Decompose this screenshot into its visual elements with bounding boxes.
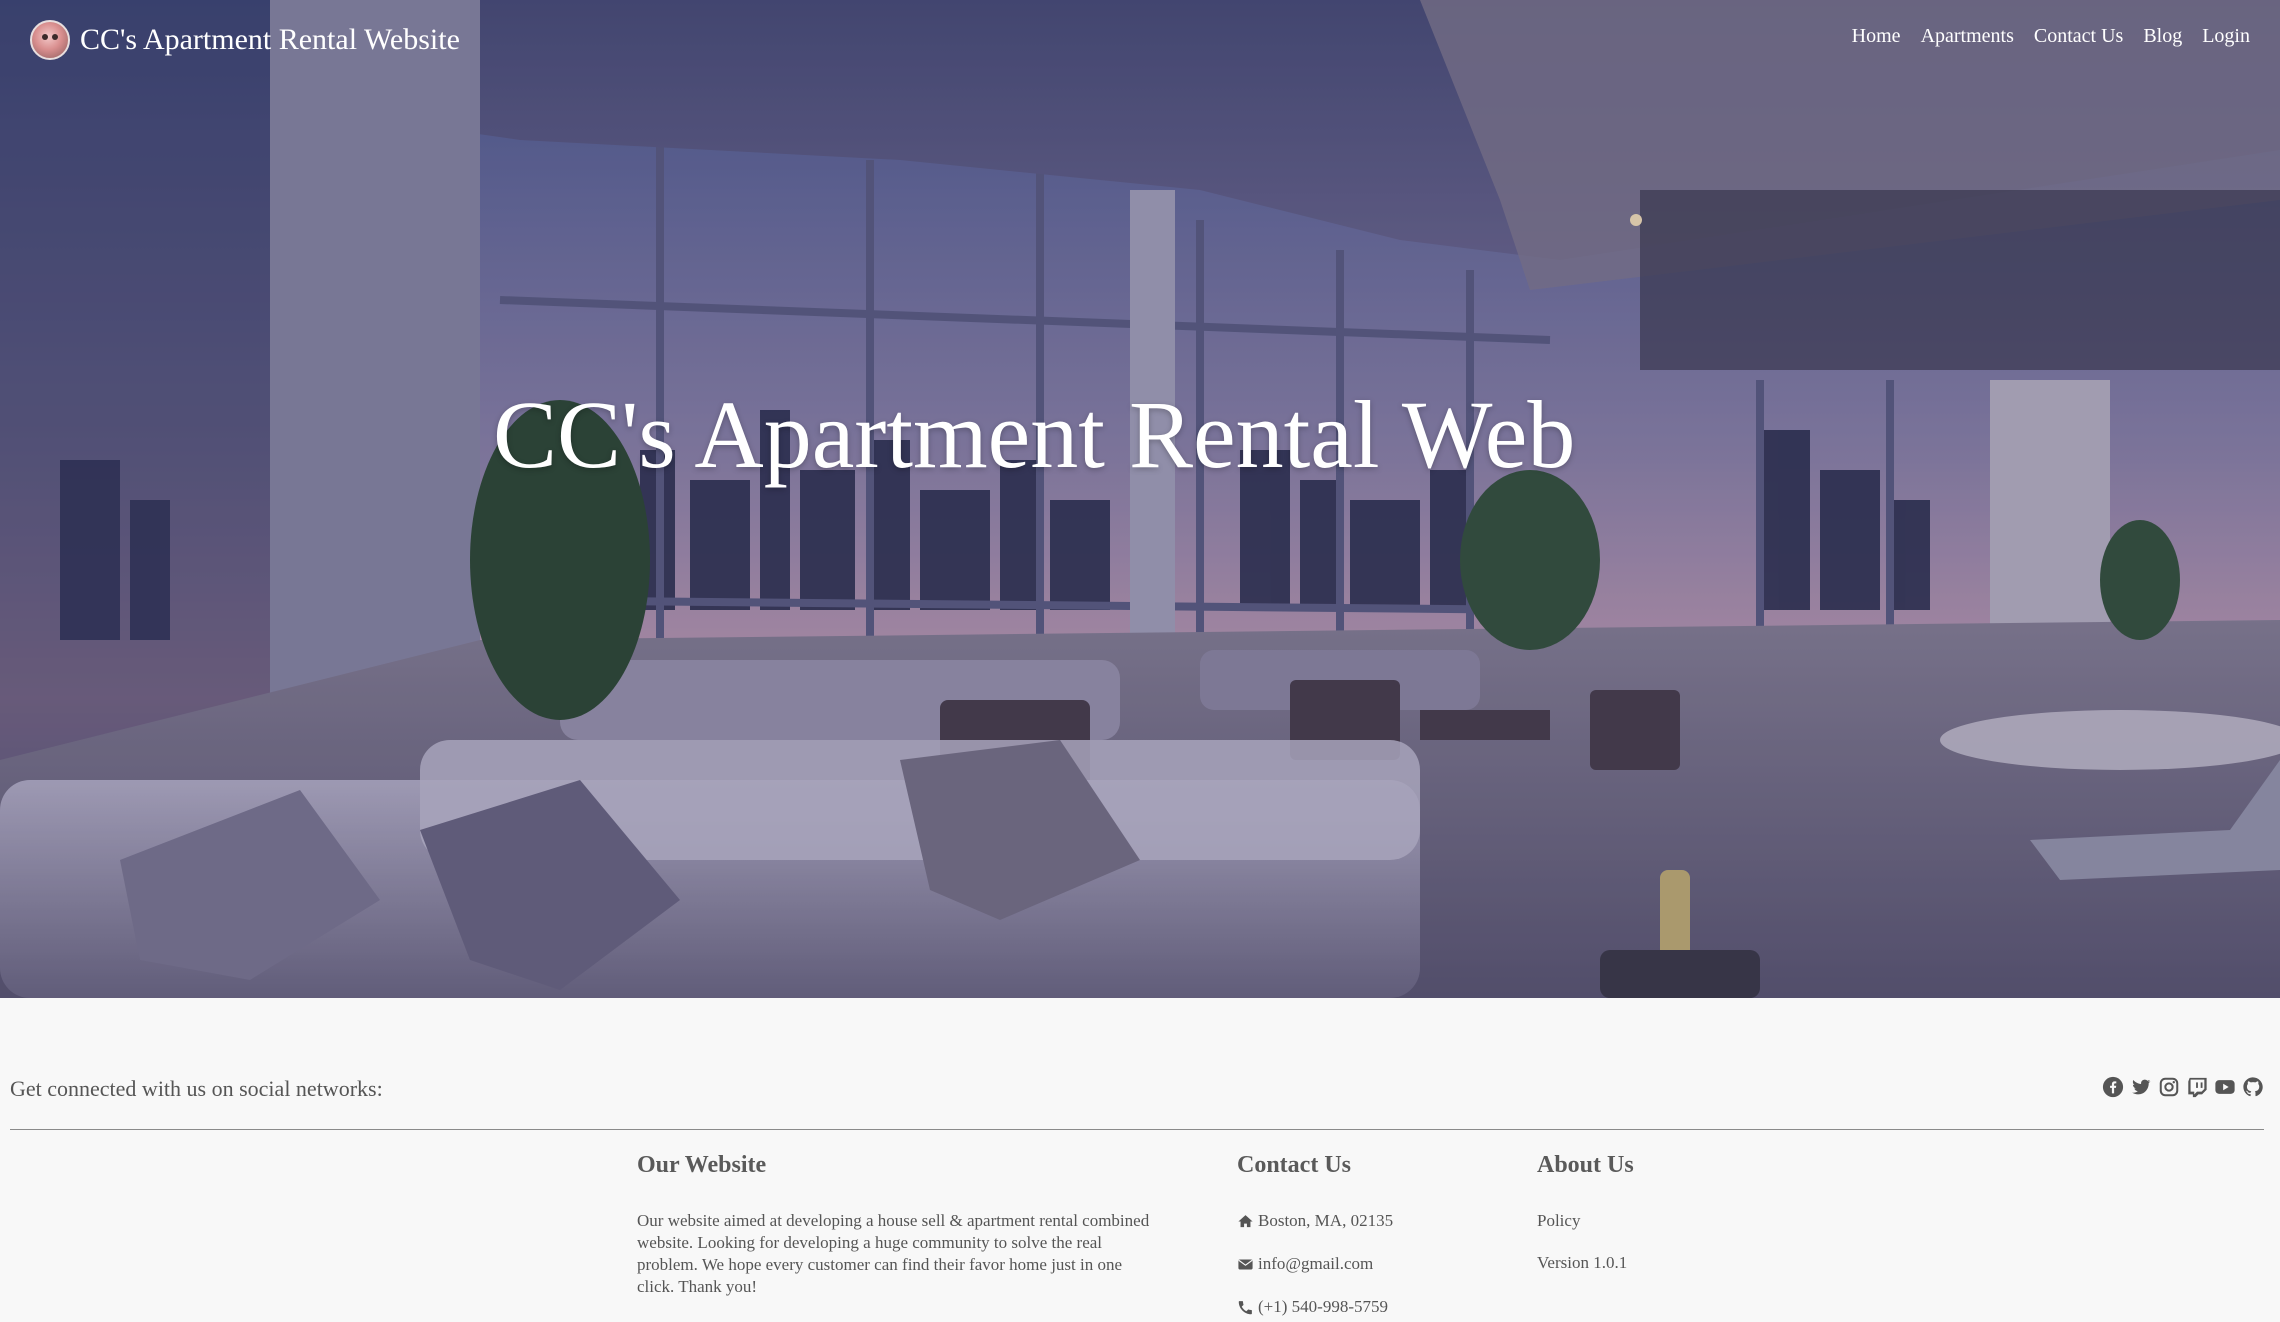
github-icon[interactable] [2242,1076,2264,1098]
our-website-heading: Our Website [637,1152,767,1178]
contact-phone: (+1) 540-998-5759 [1237,1296,1497,1318]
about-version: Version 1.0.1 [1537,1253,1628,1272]
home-icon [1238,1214,1253,1227]
hero-background-image [0,0,2280,998]
contact-list: Boston, MA, 02135 info@gmail.com (+1) 54… [1237,1210,1497,1318]
twitch-icon[interactable] [2186,1076,2208,1098]
nav-link-blog[interactable]: Blog [2143,22,2182,50]
contact-phone-text: (+1) 540-998-5759 [1258,1297,1388,1316]
social-networks-text: Get connected with us on social networks… [10,1076,383,1101]
nav-link-login[interactable]: Login [2202,22,2250,50]
navbar: CC's Apartment Rental Website Home Apart… [0,0,2280,76]
about-list: Policy Version 1.0.1 [1537,1210,1797,1274]
phone-icon [1238,1300,1252,1314]
footer: Get connected with us on social networks… [0,998,2280,1322]
contact-us-heading: Contact Us [1237,1152,1351,1178]
social-row: Get connected with us on social networks… [10,1068,2264,1108]
our-website-column: Our Website Our website aimed at develop… [637,1148,1157,1315]
nav-links: Home Apartments Contact Us Blog Login [1852,22,2250,50]
instagram-icon[interactable] [2158,1076,2180,1098]
contact-address-text: Boston, MA, 02135 [1258,1211,1394,1230]
hero-section: CC's Apartment Rental Website Home Apart… [0,0,2280,998]
contact-email-text: info@gmail.com [1258,1254,1374,1273]
nav-link-home[interactable]: Home [1852,22,1901,50]
envelope-icon [1238,1259,1253,1269]
about-us-column: About Us Policy Version 1.0.1 [1537,1148,1797,1274]
youtube-icon[interactable] [2214,1076,2236,1098]
nav-link-apartments[interactable]: Apartments [1921,22,2014,50]
nav-link-contact-us[interactable]: Contact Us [2034,22,2123,50]
hero-title: CC's Apartment Rental Web [493,381,1576,488]
facebook-icon[interactable] [2102,1076,2124,1098]
contact-us-column: Contact Us Boston, MA, 02135 info@gmail.… [1237,1148,1497,1318]
contact-email: info@gmail.com [1237,1253,1497,1275]
brand-logo-icon [30,20,70,60]
twitter-icon[interactable] [2130,1076,2152,1098]
footer-divider [10,1129,2264,1130]
brand-title: CC's Apartment Rental Website [80,23,460,56]
social-icons [2102,1076,2264,1098]
about-us-heading: About Us [1537,1152,1634,1178]
brand-link[interactable]: CC's Apartment Rental Website [30,20,460,60]
contact-address: Boston, MA, 02135 [1237,1210,1497,1232]
our-website-description: Our website aimed at developing a house … [637,1211,1150,1296]
about-policy-link[interactable]: Policy [1537,1210,1797,1232]
